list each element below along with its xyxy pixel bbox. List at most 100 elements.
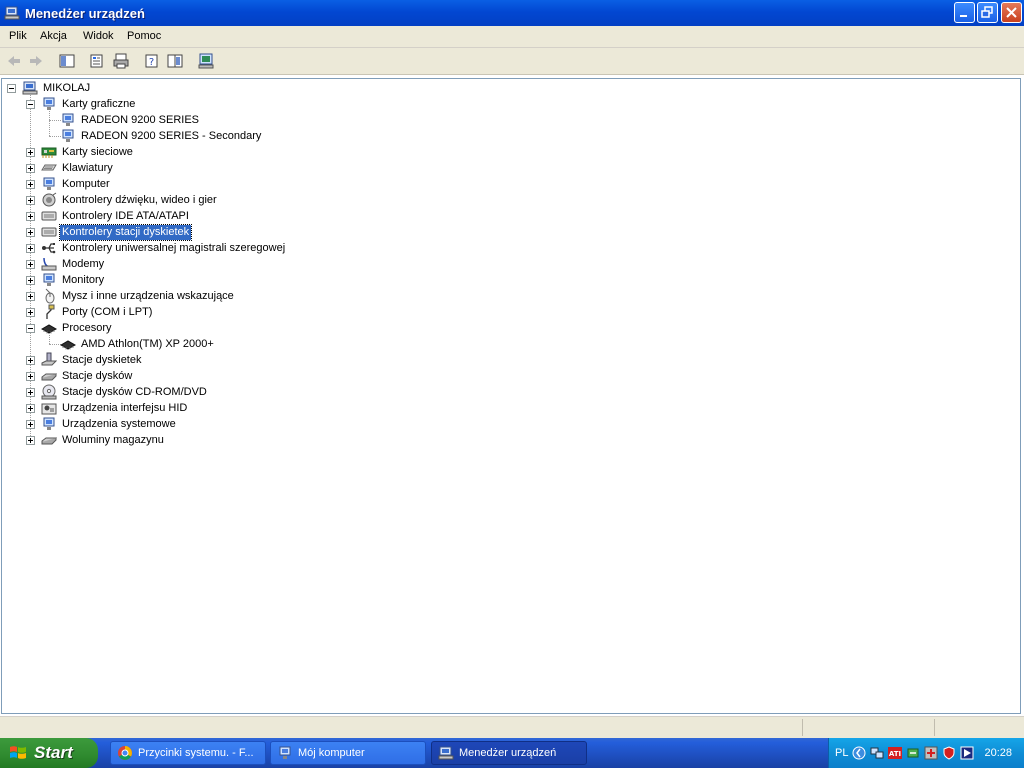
start-label: Start [34, 743, 73, 762]
expand-toggle[interactable] [26, 308, 35, 317]
language-indicator[interactable]: PL [835, 747, 848, 759]
tree-item-floppy-controllers[interactable]: Kontrolery stacji dyskietek [41, 223, 193, 241]
tree-item-disk-drives[interactable]: Stacje dysków [41, 368, 134, 384]
view-icon[interactable] [166, 52, 184, 70]
ide-controller-icon [41, 211, 57, 221]
minimize-icon [960, 15, 967, 17]
tree-item-label: Porty (COM i LPT) [62, 305, 153, 318]
tree-item-computer[interactable]: Komputer [41, 176, 112, 192]
tree-item-modems[interactable]: Modemy [41, 256, 106, 272]
device-manager-icon [438, 746, 454, 760]
task-chrome[interactable]: Przycinki systemu. - F... [110, 741, 266, 765]
display-adapter-icon [62, 113, 74, 126]
tree-item-radeon[interactable]: RADEON 9200 SERIES [60, 112, 201, 128]
task-my-computer[interactable]: Mój komputer [270, 741, 426, 765]
expand-toggle[interactable] [26, 276, 35, 285]
show-hide-tree-icon[interactable] [58, 52, 76, 70]
expand-toggle[interactable] [26, 404, 35, 413]
security-tray-icon[interactable] [924, 746, 938, 760]
floppy-drive-icon [41, 352, 57, 366]
collapse-root-toggle[interactable] [7, 84, 16, 93]
help-icon[interactable]: ? [143, 52, 161, 70]
expand-toggle[interactable] [26, 292, 35, 301]
media-player-icon[interactable] [960, 746, 974, 760]
restore-button[interactable] [977, 2, 998, 23]
expand-toggle[interactable] [26, 420, 35, 429]
computer-icon [43, 177, 55, 190]
tree-item-label: Karty graficzne [62, 97, 136, 110]
menu-bar: Plik Akcja Widok Pomoc [0, 26, 1024, 48]
properties-icon[interactable] [88, 52, 106, 70]
tree-item-label: Mysz i inne urządzenia wskazujące [62, 289, 234, 302]
expand-toggle[interactable] [26, 388, 35, 397]
close-button[interactable] [1001, 2, 1022, 23]
expand-toggle[interactable] [26, 228, 35, 237]
show-hidden-icons-icon[interactable] [852, 746, 866, 760]
tree-item-label: RADEON 9200 SERIES - Secondary [81, 129, 262, 142]
system-tray: PL ATI 20:28 [828, 738, 1024, 768]
display-adapter-icon [43, 97, 55, 110]
tree-connector [49, 335, 50, 344]
port-icon [46, 304, 55, 319]
tree-item-label: Stacje dysków CD-ROM/DVD [62, 385, 207, 398]
start-button[interactable]: Start [0, 738, 98, 768]
menu-action[interactable]: Akcja [40, 30, 67, 42]
menu-view[interactable]: Widok [83, 30, 114, 42]
tree-item-ide-controllers[interactable]: Kontrolery IDE ATA/ATAPI [41, 208, 191, 224]
expand-toggle[interactable] [26, 164, 35, 173]
minimize-button[interactable] [954, 2, 975, 23]
expand-toggle[interactable] [26, 244, 35, 253]
tree-item-display-adapters[interactable]: Karty graficzne [41, 96, 137, 112]
tree-root[interactable]: MIKOLAJ [22, 80, 92, 96]
expand-toggle[interactable] [26, 196, 35, 205]
expand-toggle[interactable] [26, 356, 35, 365]
collapse-toggle[interactable] [26, 324, 35, 333]
tree-item-network-adapters[interactable]: Karty sieciowe [41, 144, 135, 160]
shield-icon[interactable] [942, 746, 956, 760]
tree-item-radeon-secondary[interactable]: RADEON 9200 SERIES - Secondary [60, 128, 263, 144]
tree-item-label: Kontrolery stacji dyskietek [58, 223, 193, 241]
task-device-manager[interactable]: Menedżer urządzeń [431, 741, 587, 765]
expand-toggle[interactable] [26, 180, 35, 189]
tree-item-label: Kontrolery IDE ATA/ATAPI [62, 209, 189, 222]
title-bar[interactable]: Menedżer urządzeń [0, 0, 1024, 26]
tree-item-hid-devices[interactable]: Urządzenia interfejsu HID [41, 400, 189, 416]
collapse-toggle[interactable] [26, 100, 35, 109]
forward-arrow-icon[interactable] [27, 52, 45, 70]
display-adapter-icon [62, 129, 74, 142]
back-arrow-icon[interactable] [5, 52, 23, 70]
tree-item-mice[interactable]: Mysz i inne urządzenia wskazujące [41, 288, 236, 304]
processor-icon [41, 324, 57, 334]
expand-toggle[interactable] [26, 372, 35, 381]
tree-item-monitors[interactable]: Monitory [41, 272, 106, 288]
tree-item-sound-controllers[interactable]: Kontrolery dźwięku, wideo i gier [41, 192, 219, 208]
clock[interactable]: 20:28 [984, 747, 1012, 759]
tree-item-ports[interactable]: Porty (COM i LPT) [41, 304, 154, 320]
toolbar: ? [0, 48, 1024, 75]
tree-item-floppy-drives[interactable]: Stacje dyskietek [41, 352, 143, 368]
menu-help[interactable]: Pomoc [127, 30, 161, 42]
expand-toggle[interactable] [26, 212, 35, 221]
tree-item-cdrom-drives[interactable]: Stacje dysków CD-ROM/DVD [41, 384, 209, 400]
expand-toggle[interactable] [26, 260, 35, 269]
tree-item-storage-volumes[interactable]: Woluminy magazynu [41, 432, 166, 448]
network-tray-icon[interactable] [870, 746, 884, 760]
svg-text:?: ? [149, 57, 154, 68]
scan-hardware-icon[interactable] [197, 52, 215, 70]
safely-remove-icon[interactable] [906, 746, 920, 760]
tree-item-processors[interactable]: Procesory [41, 320, 114, 336]
ati-icon[interactable]: ATI [888, 746, 903, 760]
tree-item-system-devices[interactable]: Urządzenia systemowe [41, 416, 178, 432]
tree-item-keyboards[interactable]: Klawiatury [41, 160, 115, 176]
speaker-icon [42, 192, 57, 207]
print-icon[interactable] [112, 52, 130, 70]
menu-file[interactable]: Plik [9, 30, 27, 42]
tree-item-usb-controllers[interactable]: Kontrolery uniwersalnej magistrali szere… [41, 240, 287, 256]
device-tree[interactable]: MIKOLAJ Karty graficzne RADEON 9200 SERI… [1, 78, 1021, 714]
my-computer-icon [279, 746, 291, 759]
restore-icon [981, 6, 993, 18]
svg-text:ATI: ATI [889, 750, 901, 758]
tree-item-amd-athlon[interactable]: AMD Athlon(TM) XP 2000+ [60, 336, 216, 352]
expand-toggle[interactable] [26, 436, 35, 445]
expand-toggle[interactable] [26, 148, 35, 157]
